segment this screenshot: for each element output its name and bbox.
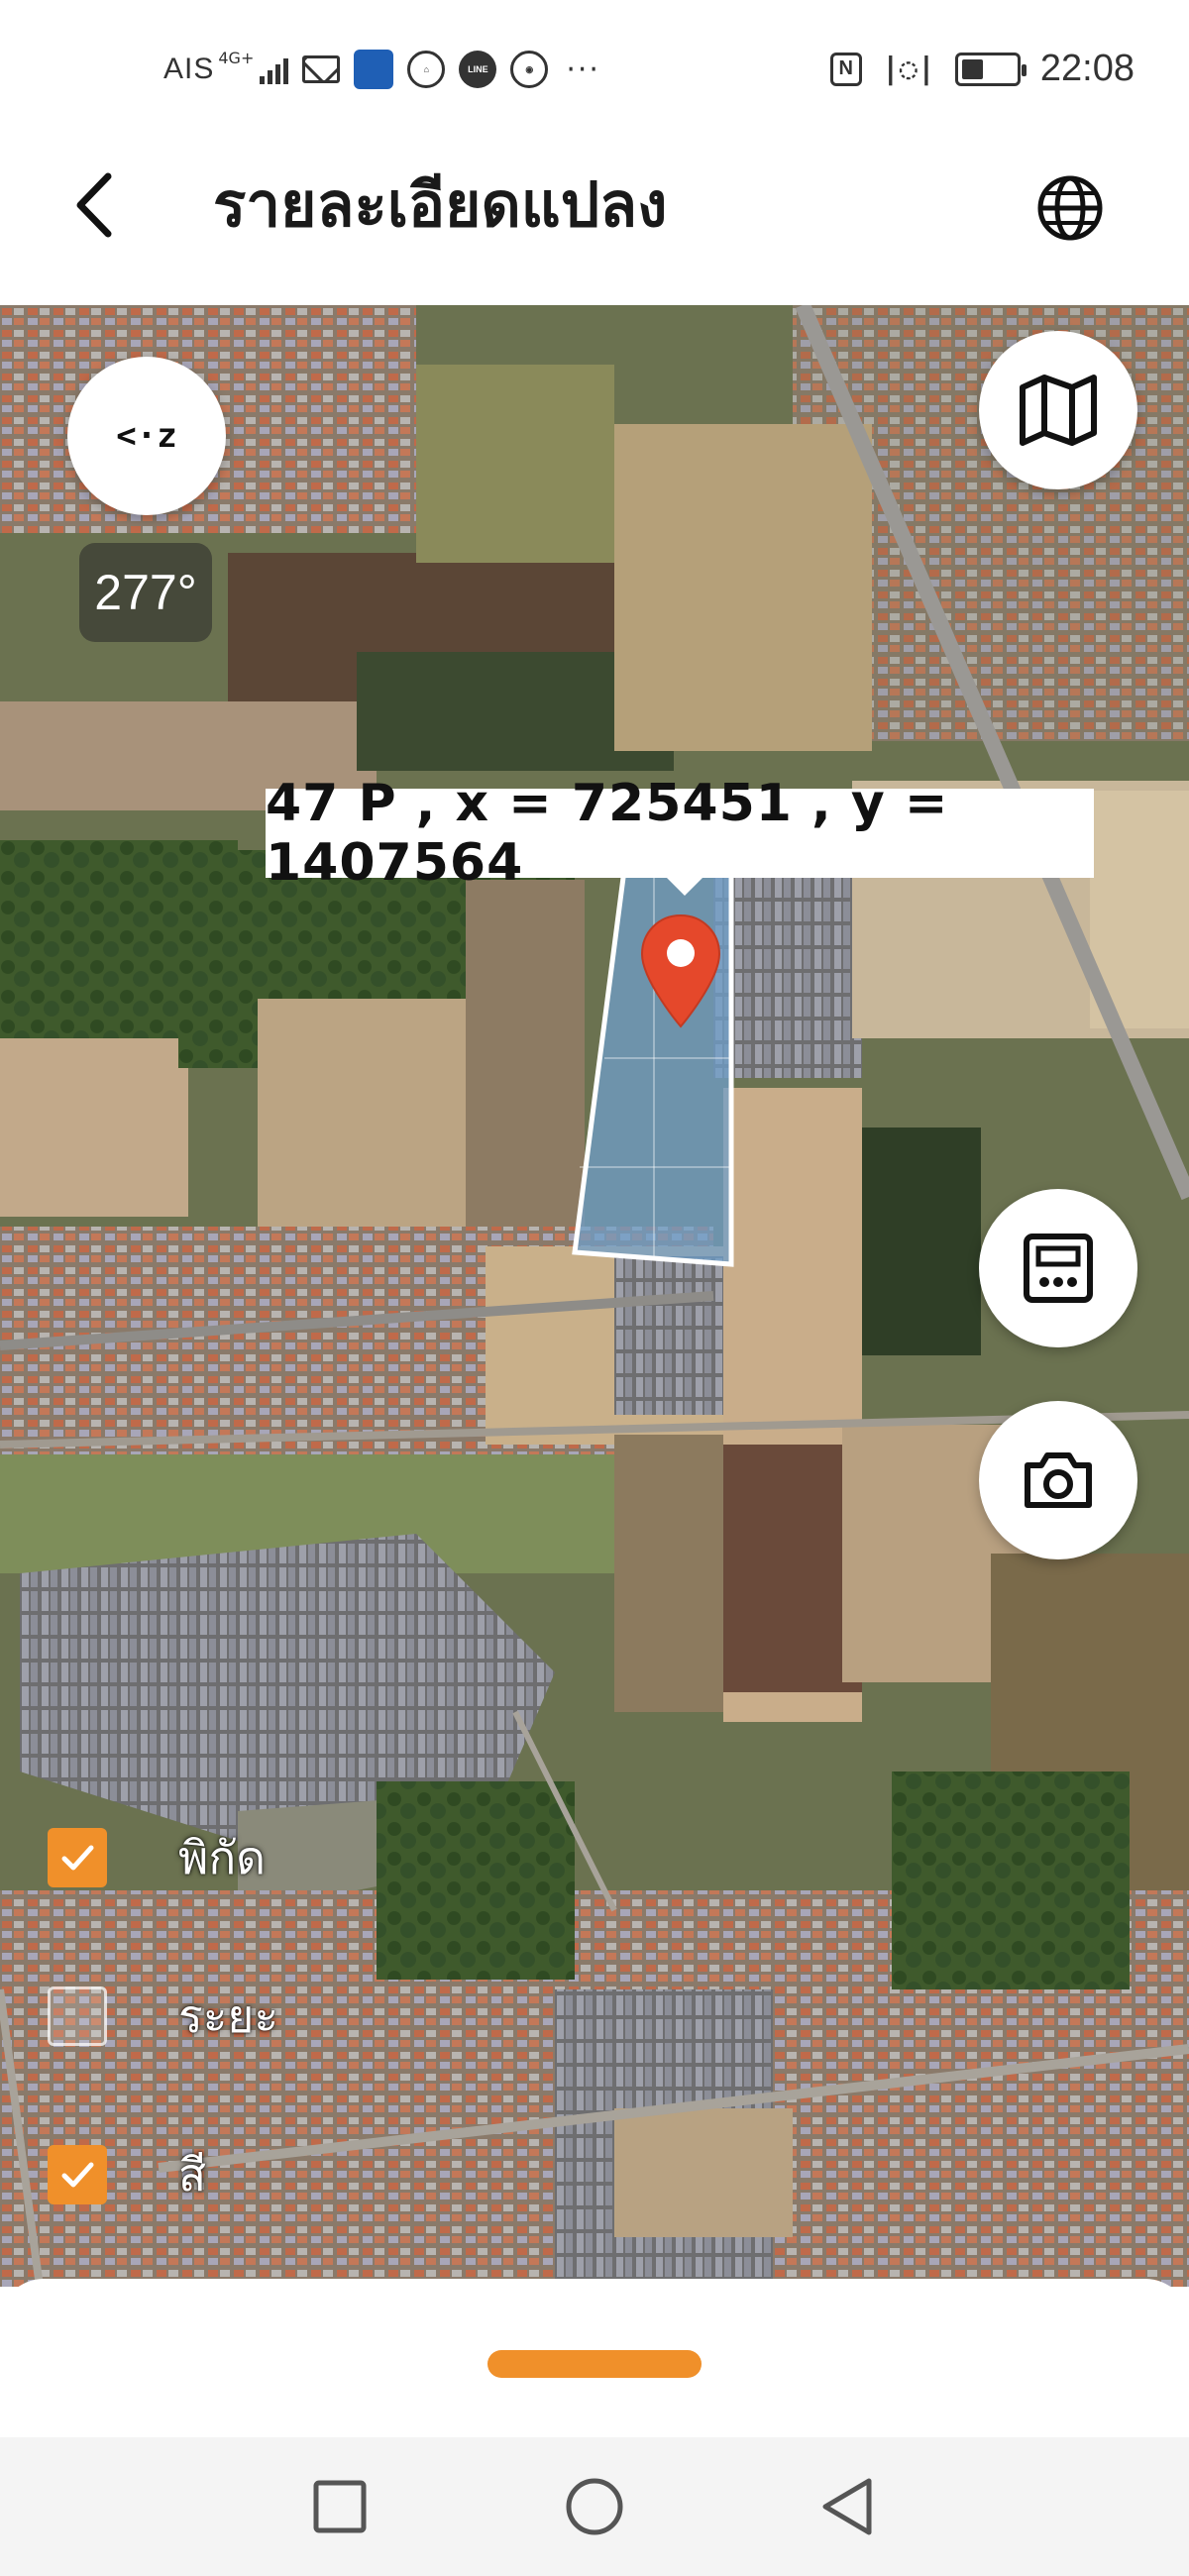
toggle-coordinates[interactable]: พิกัด <box>48 1823 444 1892</box>
language-button[interactable] <box>1030 168 1110 248</box>
map-layers-icon <box>1020 375 1097 446</box>
map-type-button[interactable] <box>979 331 1137 489</box>
battery-icon <box>954 52 1027 86</box>
status-right: N |◌| 22:08 <box>829 48 1135 90</box>
nfc-icon: N <box>829 52 862 86</box>
bearing-badge: 277° <box>79 543 212 642</box>
back-button[interactable] <box>59 170 129 240</box>
signal-icon <box>260 54 289 84</box>
status-left: AIS 4G+ ⌂ LINE ◉ ··· <box>163 48 600 89</box>
app-icon <box>354 50 394 89</box>
vibrate-icon: |◌| <box>881 52 935 86</box>
home-icon: ⌂ <box>407 51 446 88</box>
checkbox-checked-icon[interactable] <box>48 2145 107 2204</box>
clock: 22:08 <box>1039 48 1135 89</box>
measure-icon <box>1024 1234 1093 1303</box>
bottom-sheet[interactable] <box>0 2279 1189 2437</box>
carrier-label: AIS <box>163 53 215 85</box>
home-button[interactable] <box>555 2467 634 2546</box>
globe-icon <box>1037 175 1103 241</box>
status-bar: AIS 4G+ ⌂ LINE ◉ ··· N |◌| 22:08 <box>0 0 1189 139</box>
toggle-distance[interactable]: ระยะ <box>48 1982 444 2051</box>
system-back-button[interactable] <box>808 2467 887 2546</box>
line-icon: LINE <box>459 51 497 88</box>
camera-button[interactable] <box>979 1401 1137 1559</box>
mail-icon <box>302 55 341 83</box>
back-triangle-icon <box>822 2478 872 2535</box>
location-pin-icon <box>640 913 721 1028</box>
compass-icon: <·z <box>116 416 177 456</box>
compass-button[interactable]: <·z <box>67 357 226 515</box>
measure-button[interactable] <box>979 1189 1137 1347</box>
camera-icon <box>1025 1452 1092 1508</box>
sheet-drag-handle[interactable] <box>487 2350 702 2378</box>
checkbox-unchecked-icon[interactable] <box>48 1986 107 2046</box>
coordinate-label: 47 P , x = 725451 , y = 1407564 <box>266 774 1094 896</box>
more-icon: ··· <box>566 52 600 87</box>
system-nav-bar <box>0 2437 1189 2576</box>
app-header: รายละเอียดแปลง <box>0 139 1189 305</box>
toggle-color[interactable]: สี <box>48 2140 444 2209</box>
checkbox-checked-icon[interactable] <box>48 1828 107 1887</box>
chrome-icon: ◉ <box>510 51 549 88</box>
network-type: 4G+ <box>218 48 255 67</box>
toggle-label: สี <box>178 2147 207 2201</box>
page-title: รายละเอียดแปลง <box>213 168 668 241</box>
satellite-map[interactable]: <·z 277° 47 P , x = 725451 , y = 1407564 <box>0 305 1189 2287</box>
chevron-left-icon <box>76 172 112 238</box>
recent-apps-icon <box>313 2480 367 2533</box>
recent-apps-button[interactable] <box>300 2467 379 2546</box>
home-circle-icon <box>566 2478 623 2535</box>
toggle-label: ระยะ <box>178 1988 279 2043</box>
toggle-label: พิกัด <box>178 1830 267 1884</box>
